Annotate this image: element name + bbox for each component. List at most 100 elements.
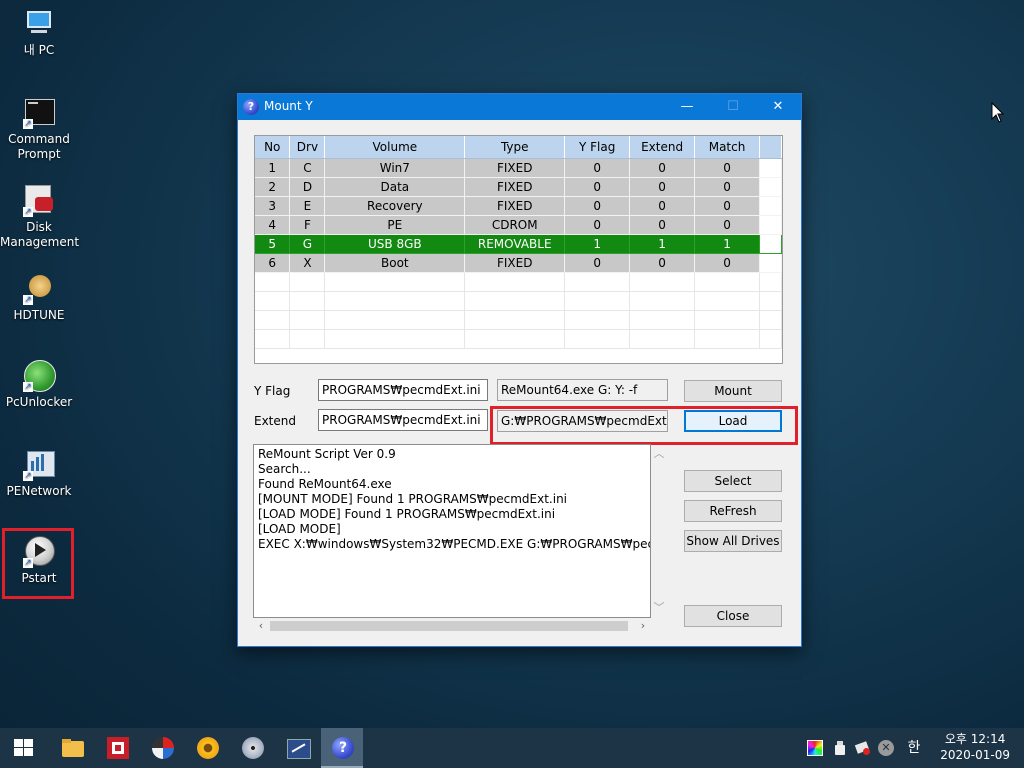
table-cell: 0 bbox=[629, 196, 696, 216]
taskbar-cd-player[interactable] bbox=[231, 728, 273, 768]
table-row[interactable] bbox=[255, 272, 782, 292]
start-button[interactable] bbox=[2, 728, 44, 768]
desktop-icon-hdtune[interactable]: ↗ HDTUNE bbox=[0, 273, 78, 323]
table-cell: FIXED bbox=[464, 177, 566, 197]
table-cell: PE bbox=[324, 215, 466, 235]
table-cell: Data bbox=[324, 177, 466, 197]
table-row[interactable]: 6 X Boot FIXED 0 0 0 bbox=[255, 253, 782, 273]
table-cell-empty bbox=[759, 272, 782, 292]
table-cell: Win7 bbox=[324, 158, 466, 178]
taskbar-editor[interactable] bbox=[276, 728, 318, 768]
log-output[interactable]: ReMount Script Ver 0.9 Search... Found ReM… bbox=[253, 444, 651, 618]
scroll-up-icon[interactable]: ︿ bbox=[651, 446, 667, 462]
table-cell-empty bbox=[629, 291, 696, 311]
help-question-icon: ? bbox=[243, 99, 259, 115]
load-highlight-box bbox=[490, 406, 798, 445]
column-header[interactable]: No bbox=[255, 136, 291, 159]
taskbar: ? ✕ 한 오후 12:14 2020-01-09 bbox=[0, 728, 1024, 768]
table-cell: FIXED bbox=[464, 158, 566, 178]
desktop-icon-disk-management[interactable]: ↗ Disk Management bbox=[0, 185, 79, 250]
table-cell-empty bbox=[289, 272, 326, 292]
column-header[interactable]: Match bbox=[694, 136, 760, 159]
table-row[interactable] bbox=[255, 310, 782, 330]
table-cell-empty bbox=[694, 291, 760, 311]
table-cell-empty bbox=[759, 291, 782, 311]
select-button[interactable]: Select bbox=[684, 470, 782, 492]
scroll-thumb[interactable] bbox=[270, 621, 628, 631]
close-button[interactable]: Close bbox=[684, 605, 782, 627]
extend-path-field[interactable]: PROGRAMS₩pecmdExt.ini bbox=[318, 409, 488, 431]
desktop-icon-command-prompt[interactable]: ↗ Command Prompt bbox=[0, 97, 78, 162]
cd-icon bbox=[241, 736, 265, 760]
sunflower-icon bbox=[196, 736, 220, 760]
refresh-button[interactable]: ReFresh bbox=[684, 500, 782, 522]
title-bar[interactable]: ? Mount Y — ☐ ✕ bbox=[238, 94, 801, 120]
table-row[interactable]: 2 D Data FIXED 0 0 0 bbox=[255, 177, 782, 197]
desktop-icon-pcunlocker[interactable]: ↗ PcUnlocker bbox=[0, 360, 78, 410]
table-row[interactable]: 5 G USB 8GB REMOVABLE 1 1 1 bbox=[255, 234, 782, 254]
table-cell-filler bbox=[759, 196, 782, 216]
network-tray-icon[interactable] bbox=[854, 740, 871, 756]
table-cell-empty bbox=[324, 272, 466, 292]
color-palette-tray-icon[interactable] bbox=[807, 740, 823, 756]
log-lines: ReMount Script Ver 0.9 Search... Found ReM… bbox=[254, 445, 650, 552]
column-header[interactable]: Type bbox=[464, 136, 566, 159]
column-header-filler bbox=[759, 136, 782, 159]
minimize-button[interactable]: — bbox=[664, 94, 710, 120]
table-cell: 0 bbox=[629, 177, 696, 197]
window-title: Mount Y bbox=[264, 99, 313, 113]
taskbar-mount-y[interactable]: ? bbox=[321, 728, 363, 768]
drive-table-grid: No Drv Volume Type Y Flag Extend Match 1… bbox=[255, 136, 782, 349]
desktop-icon-label: PENetwork bbox=[6, 484, 72, 498]
log-line: Found ReMount64.exe bbox=[258, 477, 392, 491]
taskbar-app-red[interactable] bbox=[96, 728, 138, 768]
desktop-icon-penetwork[interactable]: ↗ PENetwork bbox=[0, 449, 78, 499]
table-cell: 0 bbox=[629, 158, 696, 178]
scroll-right-icon[interactable]: › bbox=[635, 618, 651, 634]
table-row[interactable] bbox=[255, 329, 782, 349]
table-cell-empty bbox=[564, 329, 631, 349]
drive-table[interactable]: No Drv Volume Type Y Flag Extend Match 1… bbox=[254, 135, 783, 364]
table-cell: USB 8GB bbox=[324, 234, 466, 254]
table-cell: 1 bbox=[255, 158, 291, 178]
yflag-command-field[interactable]: ReMount64.exe G: Y: -f bbox=[497, 379, 668, 401]
table-cell: D bbox=[289, 177, 326, 197]
taskbar-app-disc-tool[interactable] bbox=[141, 728, 183, 768]
taskbar-clock[interactable]: 오후 12:14 2020-01-09 bbox=[940, 731, 1010, 763]
usb-drive-tray-icon[interactable] bbox=[832, 740, 848, 756]
table-cell-empty bbox=[289, 310, 326, 330]
ime-indicator[interactable]: 한 bbox=[906, 740, 922, 756]
table-row[interactable]: 1 C Win7 FIXED 0 0 0 bbox=[255, 158, 782, 178]
column-header[interactable]: Extend bbox=[629, 136, 696, 159]
table-cell-empty bbox=[564, 310, 631, 330]
table-cell: E bbox=[289, 196, 326, 216]
close-window-button[interactable]: ✕ bbox=[755, 94, 801, 120]
maximize-button[interactable]: ☐ bbox=[710, 94, 756, 120]
column-header[interactable]: Drv bbox=[289, 136, 326, 159]
mount-button[interactable]: Mount bbox=[684, 380, 782, 402]
table-cell: FIXED bbox=[464, 196, 566, 216]
taskbar-imagine[interactable] bbox=[186, 728, 228, 768]
table-row[interactable]: 4 F PE CDROM 0 0 0 bbox=[255, 215, 782, 235]
table-row[interactable]: 3 E Recovery FIXED 0 0 0 bbox=[255, 196, 782, 216]
log-line: [LOAD MODE] Found 1 PROGRAMS₩pecmdExt.in… bbox=[258, 507, 556, 521]
log-horizontal-scrollbar[interactable]: ‹ › bbox=[253, 618, 651, 634]
log-vertical-scrollbar[interactable]: ︿ ﹀ bbox=[651, 444, 667, 618]
table-row[interactable] bbox=[255, 291, 782, 311]
show-all-drives-button[interactable]: Show All Drives bbox=[684, 530, 782, 552]
table-cell: Recovery bbox=[324, 196, 466, 216]
log-line: [MOUNT MODE] Found 1 PROGRAMS₩pecmdExt.i… bbox=[258, 492, 568, 506]
column-header[interactable]: Y Flag bbox=[564, 136, 631, 159]
scroll-left-icon[interactable]: ‹ bbox=[253, 618, 269, 634]
taskbar-file-explorer[interactable] bbox=[51, 728, 93, 768]
table-cell: 0 bbox=[694, 253, 760, 273]
volume-muted-tray-icon[interactable]: ✕ bbox=[878, 740, 894, 756]
column-header[interactable]: Volume bbox=[324, 136, 466, 159]
desktop-icon-this-pc[interactable]: 내 PC bbox=[0, 8, 78, 58]
extend-label: Extend bbox=[254, 414, 296, 428]
desktop-icon-label: 내 PC bbox=[23, 43, 55, 57]
table-cell: 4 bbox=[255, 215, 291, 235]
scroll-down-icon[interactable]: ﹀ bbox=[651, 600, 667, 616]
yflag-path-field[interactable]: PROGRAMS₩pecmdExt.ini bbox=[318, 379, 488, 401]
table-cell-empty bbox=[324, 329, 466, 349]
